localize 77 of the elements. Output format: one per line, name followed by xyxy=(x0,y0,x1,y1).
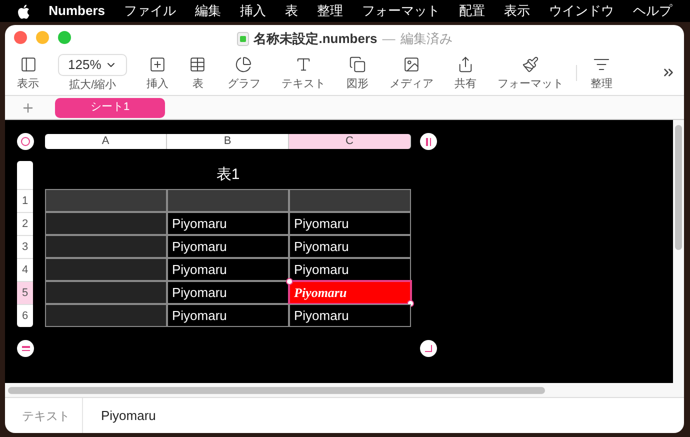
selection-handle[interactable] xyxy=(286,278,293,285)
paintbrush-icon xyxy=(522,56,539,72)
table-cell[interactable]: Piyomaru xyxy=(289,235,411,258)
column-header[interactable]: C xyxy=(289,134,411,149)
sidebar-icon xyxy=(20,56,36,72)
table-cell[interactable]: Piyomaru xyxy=(167,212,289,235)
toolbar-button[interactable]: 挿入 xyxy=(144,56,170,90)
window-title: 名称未設定.numbers xyxy=(254,30,378,48)
overlapping-squares-icon xyxy=(348,56,366,72)
title-separator: — xyxy=(382,30,396,48)
table-cell[interactable]: Piyomaru xyxy=(289,258,411,281)
close-button[interactable] xyxy=(14,31,27,44)
vertical-scrollbar[interactable] xyxy=(675,125,682,250)
pie-chart-icon xyxy=(235,56,252,72)
resize-table-button[interactable] xyxy=(420,340,437,357)
sheet-tab[interactable]: シート1 xyxy=(55,98,165,118)
row-header[interactable]: 1 xyxy=(17,189,33,212)
toolbar-button[interactable]: 表 xyxy=(187,56,208,90)
row-header[interactable]: 2 xyxy=(17,212,33,235)
toolbar-button[interactable]: 表示 xyxy=(15,56,41,90)
table-cell[interactable]: Piyomaru xyxy=(289,281,411,304)
horizontal-scrollbar[interactable] xyxy=(8,386,545,394)
menu-item[interactable]: 表 xyxy=(285,1,298,21)
table-cell[interactable] xyxy=(45,212,167,235)
table-cell[interactable]: Piyomaru xyxy=(167,258,289,281)
table-icon xyxy=(189,56,206,72)
toolbar-button[interactable]: 整理 xyxy=(588,56,614,90)
table-cell[interactable]: Piyomaru xyxy=(167,304,289,327)
table-cell[interactable] xyxy=(45,189,167,212)
toolbar-button[interactable]: テキスト xyxy=(279,56,328,90)
menu-item[interactable]: ファイル xyxy=(124,1,176,21)
table-cell[interactable] xyxy=(167,189,289,212)
share-icon xyxy=(456,56,474,72)
document-icon xyxy=(236,32,249,46)
zoom-dropdown[interactable]: 125% xyxy=(58,54,128,76)
table-cell[interactable]: Piyomaru xyxy=(167,235,289,258)
row-header[interactable]: 3 xyxy=(17,235,33,258)
format-bar-value[interactable]: Piyomaru xyxy=(83,406,156,426)
menu-item[interactable]: ヘルプ xyxy=(633,1,672,21)
table-cell[interactable]: Piyomaru xyxy=(167,281,289,304)
plus-square-icon xyxy=(148,56,166,72)
table-title: 表1 xyxy=(216,164,240,185)
table-cell[interactable] xyxy=(45,235,167,258)
menu-item[interactable]: 整理 xyxy=(317,1,343,21)
table-cell[interactable] xyxy=(45,258,167,281)
toolbar-button[interactable]: グラフ xyxy=(225,56,262,90)
apple-logo-icon[interactable] xyxy=(18,4,30,18)
menu-item[interactable]: 表示 xyxy=(504,1,530,21)
table-cell[interactable]: Piyomaru xyxy=(289,212,411,235)
menu-item[interactable]: 編集 xyxy=(195,1,221,21)
add-row-button[interactable] xyxy=(17,340,34,357)
table-cell[interactable] xyxy=(45,281,167,304)
edit-status: 編集済み xyxy=(400,30,452,48)
toolbar-label: 拡大/縮小 xyxy=(69,80,116,91)
format-bar-label: テキスト xyxy=(5,398,83,433)
table-select-button[interactable] xyxy=(17,133,34,150)
app-menu[interactable]: Numbers xyxy=(48,1,105,21)
column-header[interactable]: B xyxy=(167,134,289,149)
row-header[interactable]: 5 xyxy=(17,281,33,304)
toolbar-button[interactable]: 図形 xyxy=(344,56,370,90)
menu-item[interactable]: 挿入 xyxy=(240,1,266,21)
toolbar-button[interactable]: フォーマット xyxy=(495,56,566,90)
toolbar-button[interactable]: 共有 xyxy=(452,56,478,90)
row-header-blank xyxy=(17,161,33,189)
toolbar-button[interactable]: メディア xyxy=(387,56,436,90)
row-header[interactable]: 6 xyxy=(17,304,33,327)
menu-item[interactable]: フォーマット xyxy=(362,1,440,21)
image-icon xyxy=(402,56,420,72)
add-column-button[interactable] xyxy=(420,133,437,150)
add-sheet-icon[interactable] xyxy=(21,100,35,114)
row-header[interactable]: 4 xyxy=(17,258,33,281)
table-cell[interactable] xyxy=(45,304,167,327)
menu-item[interactable]: ウインドウ xyxy=(549,1,614,21)
menu-item[interactable]: 配置 xyxy=(459,1,485,21)
column-header[interactable]: A xyxy=(45,134,167,149)
table-cell[interactable]: Piyomaru xyxy=(289,304,411,327)
table-cell[interactable] xyxy=(289,189,411,212)
